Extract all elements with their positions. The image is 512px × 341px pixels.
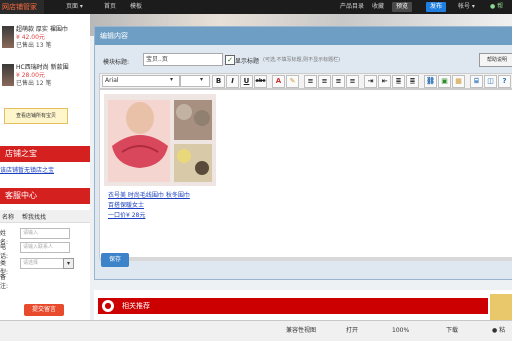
product-thumbnail[interactable] [2,64,14,86]
italic-button[interactable]: I [226,75,239,88]
source-icon[interactable]: ⌸ [470,75,483,88]
product-sold: 已售出 12 笔 [16,80,52,87]
horizontal-scrollbar[interactable] [99,257,512,261]
nav-favorites[interactable]: 收藏 [372,0,384,14]
nav-pages-menu[interactable]: 页面 ▾ [66,0,83,14]
highlight-icon[interactable]: ✎ [286,75,299,88]
product-sold: 已售出 13 笔 [16,42,52,49]
product-link-price[interactable]: 一口价¥ 28元 [108,210,145,219]
view-all-button[interactable]: 查看店铺所有宝贝 [4,108,68,124]
product-link-title[interactable]: 衣号美 时尚毛线围巾 秋冬围巾 [108,190,190,199]
compat-view-indicator[interactable]: 兼容性视图 [286,324,316,338]
edit-content-dialog: 编辑内容 模块标题: 宝贝..页 ✓ 显示标题 (可选,不填写标题,则不显示标题… [94,26,512,280]
title-hint-text: (可选,不填写标题,则不显示标题栏) [263,57,341,63]
product-link-subtitle[interactable]: 百搭保暖女士 [108,200,144,209]
image-icon[interactable]: ▣ [438,75,451,88]
shop-treasure-header: 店铺之宝 [0,146,90,162]
open-indicator[interactable]: 打开 [346,324,358,338]
chevron-down-icon[interactable]: ▾ [200,76,203,83]
nav-template[interactable]: 模板 [130,0,142,14]
indent-icon[interactable]: ⇥ [364,75,377,88]
bold-button[interactable]: B [212,75,225,88]
phone-input[interactable]: 请输入联系人 [20,242,70,253]
product-item[interactable]: HC西瑞时尚 新款围 ¥ 28.00元 已售出 12 笔 [2,62,88,88]
tab-help-find[interactable]: 帮我找找 [22,212,46,221]
page-bottom-section: ● 相关推荐 [94,290,512,320]
show-title-checkbox[interactable]: ✓ [225,55,235,65]
left-sidebar: 超萌款 厚实 裸围巾 ¥ 42.00元 已售出 13 笔 HC西瑞时尚 新款围 … [0,14,90,340]
chevron-down-icon[interactable]: ▾ [63,258,74,269]
account-menu[interactable]: 帐号 ▾ [458,0,475,14]
chevron-down-icon[interactable]: ▾ [170,76,173,83]
section-icon: ● [102,300,114,312]
save-button[interactable]: 保存 [101,253,129,267]
download-indicator[interactable]: 下载 [446,324,458,338]
nav-product-catalog[interactable]: 产品目录 [340,0,364,14]
contact-tabs: 名称 帮我找找 [0,210,90,223]
underline-button[interactable]: U [240,75,253,88]
align-justify-icon[interactable]: ≡ [346,75,359,88]
fullscreen-icon[interactable]: ◫ [484,75,497,88]
product-image[interactable] [104,94,216,186]
module-title-input[interactable]: 宝贝..页 [143,53,223,66]
strikethrough-button[interactable]: abc [254,75,267,88]
link-icon[interactable]: ⛓ [424,75,437,88]
table-icon[interactable]: ▦ [452,75,465,88]
product-item[interactable]: 超萌款 厚实 裸围巾 ¥ 42.00元 已售出 13 笔 [2,24,88,50]
name-input[interactable]: 请输入 [20,228,70,239]
show-title-label: 显示标题 [235,58,260,65]
dialog-title: 编辑内容 [100,32,128,40]
align-left-icon[interactable]: ≡ [304,75,317,88]
align-center-icon[interactable]: ≡ [318,75,331,88]
dialog-header: 编辑内容 [95,27,512,45]
module-title-label: 模块标题: [103,59,130,66]
font-family-select[interactable]: Arial [102,75,180,87]
text-color-icon[interactable]: A [272,75,285,88]
section-title: 相关推荐 [122,302,150,310]
help-button[interactable]: 帮助说明 [479,53,512,67]
align-right-icon[interactable]: ≡ [332,75,345,88]
shop-treasure-link[interactable]: 该店铺暂无镇店之宝 [0,165,88,177]
unordered-list-icon[interactable]: ≣ [406,75,419,88]
preview-button[interactable]: 预览 [392,2,413,12]
field-label: 备注: [0,274,9,290]
publish-button[interactable]: 发布 [426,2,447,12]
font-size-select[interactable] [180,75,210,87]
nav-home[interactable]: 首页 [104,0,116,14]
rich-text-editor[interactable]: 衣号美 时尚毛线围巾 秋冬围巾 百搭保暖女士 一口价¥ 28元 [99,89,512,259]
tab-name[interactable]: 名称 [2,212,14,221]
zoom-indicator[interactable]: 100% [392,324,409,338]
ordered-list-icon[interactable]: ≣ [392,75,405,88]
browser-status-bar: 兼容性视图 打开 100% 下载 ● 粘 [0,320,512,341]
side-decoration [490,294,512,320]
outdent-icon[interactable]: ⇤ [378,75,391,88]
related-section-bar: ● 相关推荐 [98,298,488,314]
help-menu[interactable]: ● 帮 [490,0,503,14]
contact-center-header: 客服中心 [0,188,90,204]
editor-toolbar: Arial ▾ ▾ B I U abc A ✎ ≡ ≡ ≡ ≡ ⇥ ⇤ ≣ ≣ … [99,73,512,89]
top-nav-bar: 网店铺管家 页面 ▾ 首页 模板 产品目录 收藏 预览 发布 帐号 ▾ ● 帮 [0,0,512,14]
submit-message-button[interactable]: 提交留言 [24,304,64,316]
status-extra[interactable]: ● 粘 [492,324,505,338]
product-thumbnail[interactable] [2,26,14,48]
help-icon[interactable]: ? [498,75,511,88]
site-logo[interactable]: 网店铺管家 [0,0,44,14]
